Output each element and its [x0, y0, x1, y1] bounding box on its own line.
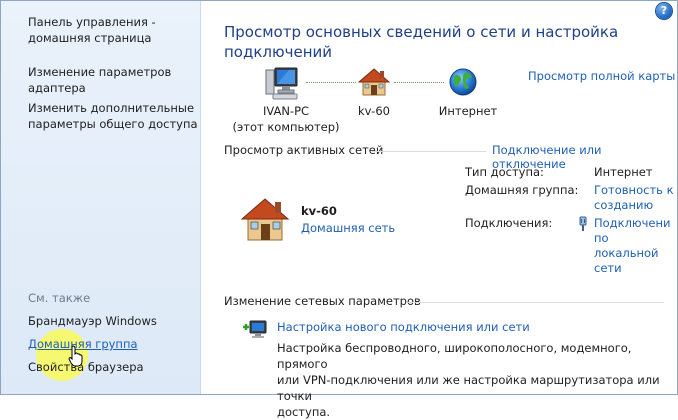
help-button[interactable]: ?: [656, 3, 672, 19]
homegroup-status-line: Готовность к: [594, 183, 674, 197]
globe-icon: [449, 68, 477, 96]
sidebar-link-label: Панель управления -: [28, 15, 156, 29]
connection-line: [306, 82, 356, 83]
local-connection-line: Подключени: [594, 216, 671, 230]
see-also-browser-settings-link[interactable]: Свойства браузера: [28, 360, 144, 374]
access-type-value: Интернет: [594, 165, 653, 179]
new-connection-icon: [243, 320, 267, 338]
house-icon: [358, 68, 390, 96]
computer-name: IVAN-PC: [262, 104, 310, 118]
local-connection-line: по: [594, 231, 609, 245]
description-line: Настройка беспроводного, широкополосного…: [277, 341, 632, 371]
page-title: Просмотр основных сведений о сети и наст…: [224, 22, 644, 62]
sidebar-link-sharing-settings[interactable]: Изменить дополнительные параметры общего…: [28, 100, 198, 132]
sidebar-link-adapter-settings[interactable]: Изменение параметров адаптера: [28, 64, 171, 96]
access-type-label: Тип доступа:: [465, 165, 544, 179]
computer-subtitle: (этот компьютер): [232, 120, 340, 134]
description-line: доступа.: [277, 405, 331, 419]
see-also-firewall-link[interactable]: Брандмауэр Windows: [28, 314, 157, 328]
homegroup-status-line: созданию: [594, 198, 654, 212]
page-title-line: Просмотр основных сведений о сети и наст…: [224, 23, 619, 41]
network-node-label: kv-60: [358, 104, 390, 118]
sidebar-link-control-panel-home[interactable]: Панель управления - домашняя страница: [28, 14, 156, 46]
sidebar-link-label: домашняя страница: [28, 31, 152, 45]
network-type-link[interactable]: Домашняя сеть: [301, 221, 395, 235]
setup-new-connection-link[interactable]: Настройка нового подключения или сети: [277, 320, 530, 334]
computer-icon: [265, 67, 298, 100]
house-icon: [240, 198, 290, 241]
page-title-line: подключений: [224, 43, 333, 61]
section-divider: [372, 151, 486, 152]
active-network-name: kv-60: [301, 204, 337, 218]
hand-cursor-icon: [68, 345, 83, 367]
local-connection-line: локальной: [594, 246, 659, 260]
sidebar-link-label: Изменение параметров: [28, 65, 172, 79]
internet-node-label: Интернет: [438, 104, 498, 118]
active-networks-heading: Просмотр активных сетей: [224, 143, 384, 157]
connection-line: [394, 82, 444, 83]
see-also-heading: См. также: [28, 291, 91, 305]
local-connection-link[interactable]: Подключени по локальной сети: [594, 216, 670, 276]
section-divider: [408, 302, 664, 303]
sidebar-link-label: Изменить дополнительные: [28, 101, 195, 115]
view-full-map-link[interactable]: Просмотр полной карты: [528, 69, 675, 83]
setup-new-connection-description: Настройка беспроводного, широкополосного…: [277, 340, 669, 420]
change-settings-heading: Изменение сетевых параметров: [224, 294, 421, 308]
sidebar-link-label: параметры общего доступа: [28, 117, 198, 131]
local-connection-line: сети: [594, 261, 622, 275]
sidebar-link-label: адаптера: [28, 81, 86, 95]
connections-label: Подключения:: [465, 216, 553, 230]
description-line: или VPN-подключения или же настройка мар…: [277, 373, 660, 403]
homegroup-status-link[interactable]: Готовность к созданию: [594, 183, 674, 213]
network-adapter-icon: [579, 216, 587, 231]
computer-node-label: IVAN-PC (этот компьютер): [226, 103, 346, 135]
homegroup-label: Домашняя группа:: [465, 183, 579, 197]
sidebar: [1, 1, 201, 394]
